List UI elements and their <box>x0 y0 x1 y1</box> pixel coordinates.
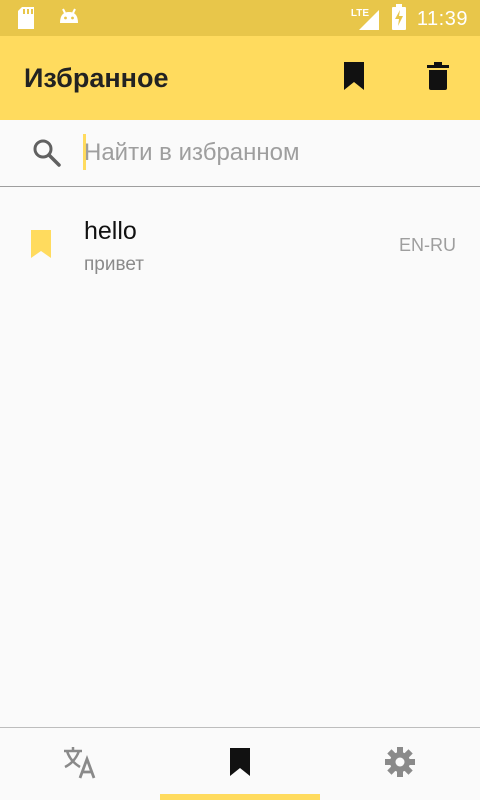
bookmark-button[interactable] <box>334 58 374 98</box>
item-word: hello <box>84 217 137 245</box>
bookmark-icon[interactable] <box>30 230 52 263</box>
page-title: Избранное <box>24 63 169 93</box>
bottom-navigation <box>0 727 480 800</box>
tab-favorites[interactable] <box>160 728 320 800</box>
bookmark-icon <box>229 748 251 781</box>
translate-icon <box>62 745 98 784</box>
item-translation: привет <box>84 254 144 275</box>
battery-charging-icon <box>391 4 407 35</box>
delete-all-button[interactable] <box>418 58 458 98</box>
status-bar: LTE 11:39 <box>0 0 480 36</box>
trash-icon <box>427 61 449 95</box>
search-icon <box>32 138 62 173</box>
app-bar: Избранное <box>0 36 480 120</box>
sd-card-icon <box>16 6 36 35</box>
search-input[interactable] <box>84 130 454 176</box>
settings-icon <box>384 746 416 783</box>
item-language-pair: EN-RU <box>399 235 456 255</box>
tab-translate[interactable] <box>0 728 160 800</box>
android-icon <box>58 6 80 35</box>
list-item[interactable]: hello привет EN-RU <box>0 188 480 288</box>
favorites-list: hello привет EN-RU <box>0 188 480 288</box>
signal-icon: LTE <box>350 7 381 32</box>
active-tab-indicator <box>160 794 320 800</box>
bookmark-icon <box>343 61 365 95</box>
search-bar <box>0 120 480 187</box>
tab-settings[interactable] <box>320 728 480 800</box>
clock: 11:39 <box>416 8 468 30</box>
network-label: LTE <box>350 7 370 19</box>
